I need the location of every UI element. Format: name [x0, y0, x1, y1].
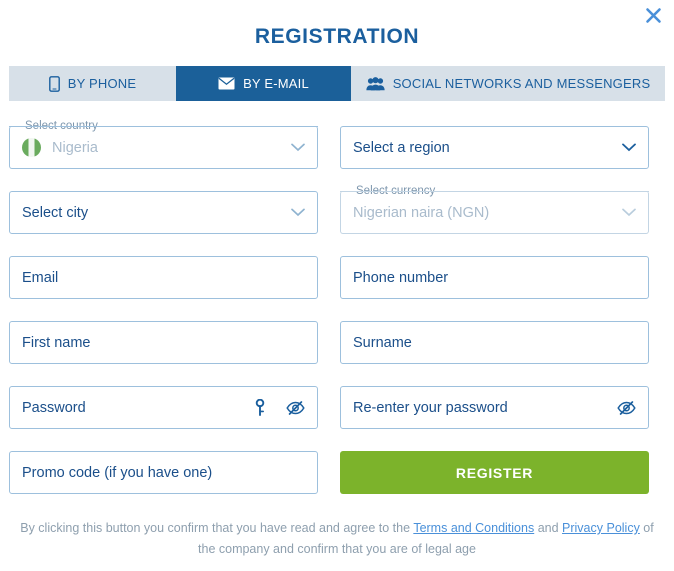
form-row-name: First name Surname [9, 321, 665, 364]
currency-select-value: Nigerian naira (NGN) [353, 204, 490, 221]
form-row-password: Password Re-enter your password [9, 386, 665, 429]
phone-icon [48, 75, 60, 92]
surname-field-placeholder: Surname [353, 334, 412, 351]
surname-field[interactable]: Surname [340, 321, 649, 364]
notch-fill [21, 126, 109, 127]
password-field-icons [255, 399, 305, 416]
tab-by-email[interactable]: BY E-MAIL [176, 66, 351, 101]
tab-by-phone-label: BY PHONE [67, 76, 137, 91]
envelope-icon [218, 77, 235, 90]
email-field[interactable]: Email [9, 256, 318, 299]
chevron-down-icon [291, 208, 305, 217]
first-name-field-placeholder: First name [22, 334, 91, 351]
registration-form: Select country Nigeria Select a region S… [9, 119, 665, 516]
currency-select-label: Select currency [352, 184, 440, 198]
chevron-down-icon [291, 143, 305, 152]
email-field-placeholder: Email [22, 269, 59, 286]
city-select[interactable]: Select city [9, 191, 318, 234]
register-button[interactable]: REGISTER [340, 451, 649, 494]
region-select[interactable]: Select a region [340, 126, 649, 169]
password-field[interactable]: Password [9, 386, 318, 429]
tab-social-networks[interactable]: SOCIAL NETWORKS AND MESSENGERS [351, 66, 665, 101]
terms-and-conditions-link[interactable]: Terms and Conditions [413, 521, 534, 535]
form-row-promo-register: Promo code (if you have one) REGISTER [9, 451, 665, 494]
chevron-down-icon [622, 208, 636, 217]
promo-code-field-placeholder: Promo code (if you have one) [22, 464, 213, 481]
tab-by-phone[interactable]: BY PHONE [9, 66, 176, 101]
registration-method-tabs: BY PHONE BY E-MAIL SOCIAL NETWORKS AND M… [9, 66, 665, 101]
eye-slash-icon[interactable] [286, 400, 305, 415]
country-select-label: Select country [21, 119, 102, 133]
notch-fill [352, 191, 444, 192]
region-select-placeholder: Select a region [353, 139, 450, 156]
form-row-country-region: Select country Nigeria Select a region [9, 119, 665, 169]
tab-by-email-label: BY E-MAIL [243, 76, 309, 91]
people-group-icon [366, 76, 385, 91]
close-icon [645, 7, 662, 24]
country-select-value: Nigeria [52, 139, 98, 156]
eye-slash-icon[interactable] [617, 400, 636, 415]
city-select-placeholder: Select city [22, 204, 89, 221]
nigeria-flag-icon [22, 138, 41, 157]
currency-select: Select currency Nigerian naira (NGN) [340, 184, 649, 234]
form-row-city-currency: Select city Select currency Nigerian nai… [9, 184, 665, 234]
chevron-down-icon [622, 143, 636, 152]
phone-number-field-placeholder: Phone number [353, 269, 449, 286]
disclaimer-text-middle: and [534, 521, 563, 535]
page-title: REGISTRATION [254, 25, 420, 48]
close-dialog-button[interactable] [641, 3, 665, 27]
password-field-placeholder: Password [22, 399, 86, 416]
password-confirm-field[interactable]: Re-enter your password [340, 386, 649, 429]
country-select[interactable]: Select country Nigeria [9, 119, 318, 169]
password-confirm-field-icons [617, 400, 636, 415]
legal-disclaimer: By clicking this button you confirm that… [0, 518, 674, 560]
disclaimer-text-before: By clicking this button you confirm that… [20, 521, 414, 535]
key-icon[interactable] [255, 399, 265, 416]
phone-number-field[interactable]: Phone number [340, 256, 649, 299]
promo-code-field[interactable]: Promo code (if you have one) [9, 451, 318, 494]
password-confirm-field-placeholder: Re-enter your password [353, 399, 508, 416]
first-name-field[interactable]: First name [9, 321, 318, 364]
tab-social-networks-label: SOCIAL NETWORKS AND MESSENGERS [392, 76, 651, 91]
form-row-email-phone: Email Phone number [9, 256, 665, 299]
privacy-policy-link[interactable]: Privacy Policy [562, 521, 640, 535]
